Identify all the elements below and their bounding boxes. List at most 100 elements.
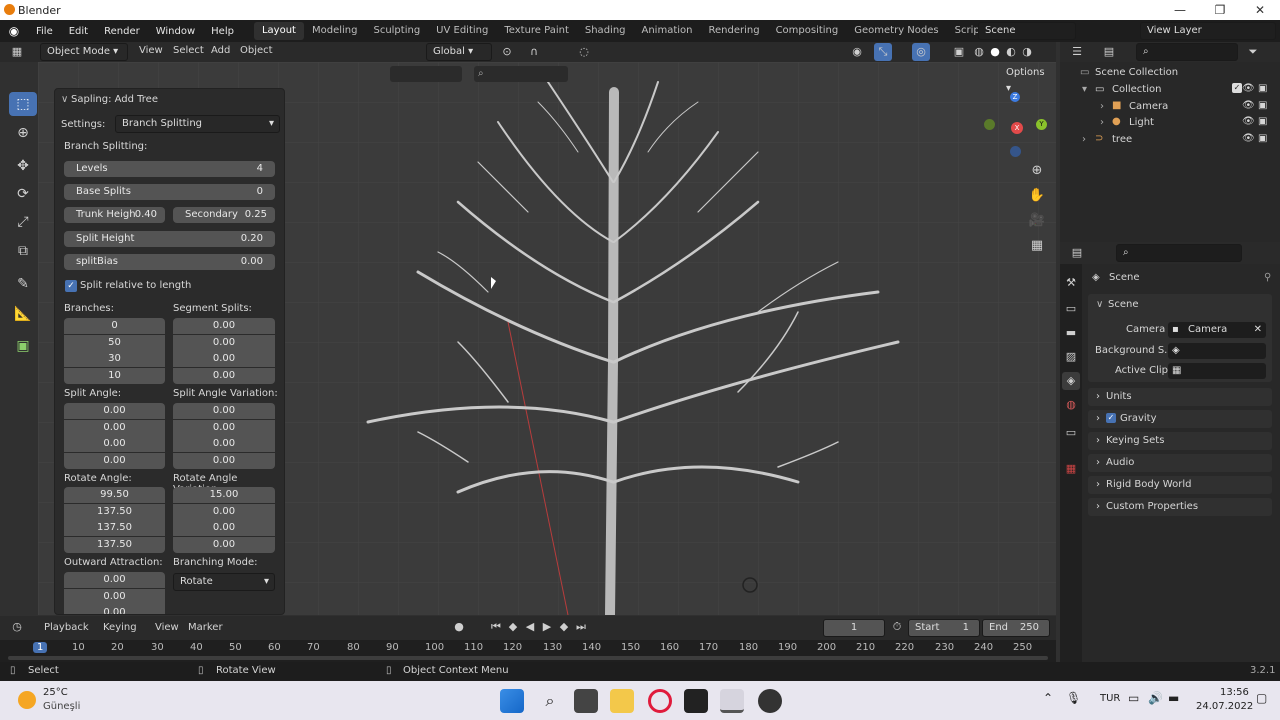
segment-splits-level-3[interactable]: 0.00 (173, 351, 275, 367)
clock-time[interactable]: 13:56 (1220, 687, 1249, 698)
move-tool-icon[interactable]: ✥ (9, 154, 37, 178)
rotate-angle-level-1[interactable]: 99.50 (64, 487, 165, 503)
rotate-angle-level-3[interactable]: 137.50 (64, 520, 165, 536)
maximize-button[interactable]: ❐ (1200, 0, 1240, 20)
mode-dropdown[interactable]: Object Mode ▾ (40, 43, 128, 61)
gravity-panel[interactable]: › ✓ Gravity (1088, 410, 1272, 428)
terminal-icon[interactable] (684, 689, 708, 713)
outliner-item-tree[interactable]: tree (1112, 134, 1132, 145)
split-relative-checkbox[interactable]: ✓ (65, 280, 77, 292)
menu-file[interactable]: File (28, 26, 61, 37)
branches-level-2[interactable]: 50 (64, 335, 165, 351)
tab-modeling[interactable]: Modeling (304, 22, 366, 40)
tab-animation[interactable]: Animation (634, 22, 701, 40)
gizmo-toggle-icon[interactable]: ⤡ (874, 43, 892, 61)
menu-render[interactable]: Render (96, 26, 148, 37)
visibility-eye-icon[interactable]: 👁 (1242, 100, 1255, 111)
tool-tab-icon[interactable]: ⚒ (1062, 274, 1080, 292)
scale-tool-icon[interactable]: ⤢ (9, 210, 37, 234)
pan-hand-icon[interactable]: ✋ (1028, 187, 1046, 205)
menu-select[interactable]: Select (173, 45, 204, 56)
weather-sun-icon[interactable] (18, 691, 36, 709)
playback-menu[interactable]: Playback (44, 622, 89, 633)
tab-sculpting[interactable]: Sculpting (365, 22, 428, 40)
gizmo-x-axis[interactable]: X (1011, 122, 1023, 134)
menu-edit[interactable]: Edit (61, 26, 96, 37)
segment-splits-level-2[interactable]: 0.00 (173, 335, 275, 351)
expand-camera-icon[interactable]: › (1100, 101, 1104, 112)
expand-light-icon[interactable]: › (1100, 117, 1104, 128)
marker-menu[interactable]: Marker (188, 622, 223, 633)
overlay-toggle-icon[interactable]: ◎ (912, 43, 930, 61)
jump-keyframe-forward-icon[interactable]: ◆ (555, 618, 573, 636)
tab-rendering[interactable]: Rendering (700, 22, 767, 40)
split-angle-variation-level-1[interactable]: 0.00 (173, 403, 275, 419)
base-splits-field[interactable]: Base Splits 0 (64, 184, 275, 200)
visibility-eye-icon[interactable]: 👁 (1242, 133, 1255, 144)
audio-panel[interactable]: › Audio (1088, 454, 1272, 472)
clock-date[interactable]: 24.07.2022 (1196, 701, 1253, 712)
volume-icon[interactable]: 🔊 (1148, 691, 1163, 705)
rotate-tool-icon[interactable]: ⟳ (9, 182, 37, 206)
rendered-shading-icon[interactable]: ◑ (1018, 43, 1036, 61)
menu-add[interactable]: Add (211, 45, 230, 56)
jump-end-icon[interactable]: ⏭ (572, 618, 590, 636)
levels-field[interactable]: Levels 4 (64, 161, 275, 177)
visibility-eye-icon[interactable]: 👁 (1242, 116, 1255, 127)
gizmo-neg-y-axis[interactable] (984, 119, 995, 130)
tab-layout[interactable]: Layout (253, 22, 304, 40)
properties-search-input[interactable]: ⌕ (1116, 244, 1242, 262)
close-button[interactable]: ✕ (1240, 0, 1280, 20)
snap-icon[interactable]: ∩ (525, 43, 543, 61)
rotate-angle-variation-level-2[interactable]: 0.00 (173, 504, 275, 520)
minimize-button[interactable]: — (1160, 0, 1200, 20)
segment-splits-level-4[interactable]: 0.00 (173, 368, 275, 384)
render-tab-icon[interactable]: ▭ (1062, 300, 1080, 318)
pivot-icon[interactable]: ⊙ (498, 43, 516, 61)
perspective-grid-icon[interactable]: ▦ (1028, 237, 1046, 255)
zoom-icon[interactable]: ⊕ (1028, 162, 1046, 180)
scene-panel-expand-icon[interactable]: ∨ (1096, 299, 1103, 310)
properties-editor-icon[interactable]: ▤ (1068, 244, 1086, 262)
output-tab-icon[interactable]: ▬ (1062, 324, 1080, 342)
outward-attraction-level-1[interactable]: 0.00 (64, 572, 165, 588)
rotate-angle-variation-level-4[interactable]: 0.00 (173, 537, 275, 553)
menu-object[interactable]: Object (240, 45, 273, 56)
rotate-angle-variation-level-1[interactable]: 15.00 (173, 487, 275, 503)
windows-start-icon[interactable] (500, 689, 524, 713)
proportional-edit-icon[interactable]: ◌ (575, 43, 593, 61)
camera-view-icon[interactable]: 🎥 (1028, 212, 1046, 230)
branching-mode-dropdown[interactable]: Rotate ▾ (173, 573, 275, 591)
gizmo-y-axis[interactable]: Y (1036, 119, 1047, 130)
opera-browser-icon[interactable] (648, 689, 672, 713)
tab-geometry-nodes[interactable]: Geometry Nodes (846, 22, 946, 40)
scene-tab-icon[interactable]: ◈ (1062, 372, 1080, 390)
trunk-height-field[interactable]: Trunk Heigh 0.40 (64, 207, 165, 223)
world-tab-icon[interactable]: ◍ (1062, 396, 1080, 414)
panel-collapse-icon[interactable]: ∨ (61, 94, 68, 105)
record-icon[interactable]: ● (450, 618, 468, 636)
task-view-icon[interactable] (574, 689, 598, 713)
jump-start-icon[interactable]: ⏮ (487, 618, 505, 636)
split-angle-level-4[interactable]: 0.00 (64, 453, 165, 469)
outliner-item-camera[interactable]: Camera (1129, 101, 1168, 112)
jump-keyframe-back-icon[interactable]: ◆ (504, 618, 522, 636)
add-cube-tool-icon[interactable]: ▣ (9, 334, 37, 358)
texture-tab-icon[interactable]: ▦ (1062, 460, 1080, 478)
units-panel[interactable]: › Units (1088, 388, 1272, 406)
network-icon[interactable]: ▭ (1128, 691, 1139, 705)
outliner-editor-icon[interactable]: ☰ (1068, 43, 1086, 61)
menu-window[interactable]: Window (148, 26, 203, 37)
collection-label[interactable]: Collection (1112, 84, 1161, 95)
split-angle-level-3[interactable]: 0.00 (64, 436, 165, 452)
split-height-field[interactable]: Split Height 0.20 (64, 231, 275, 247)
tab-uv-editing[interactable]: UV Editing (428, 22, 496, 40)
tab-compositing[interactable]: Compositing (768, 22, 847, 40)
gizmo-z-axis[interactable]: Z (1010, 92, 1020, 102)
rigid-body-world-panel[interactable]: › Rigid Body World (1088, 476, 1272, 494)
orientation-dropdown[interactable]: Global ▾ (426, 43, 492, 61)
settings-dropdown[interactable]: Branch Splitting ▾ (115, 115, 280, 133)
camera-field[interactable]: Camera ▪ ✕ (1168, 322, 1266, 338)
select-box-tool-icon[interactable]: ⬚ (9, 92, 37, 116)
render-camera-icon[interactable]: ▣ (1258, 116, 1267, 127)
